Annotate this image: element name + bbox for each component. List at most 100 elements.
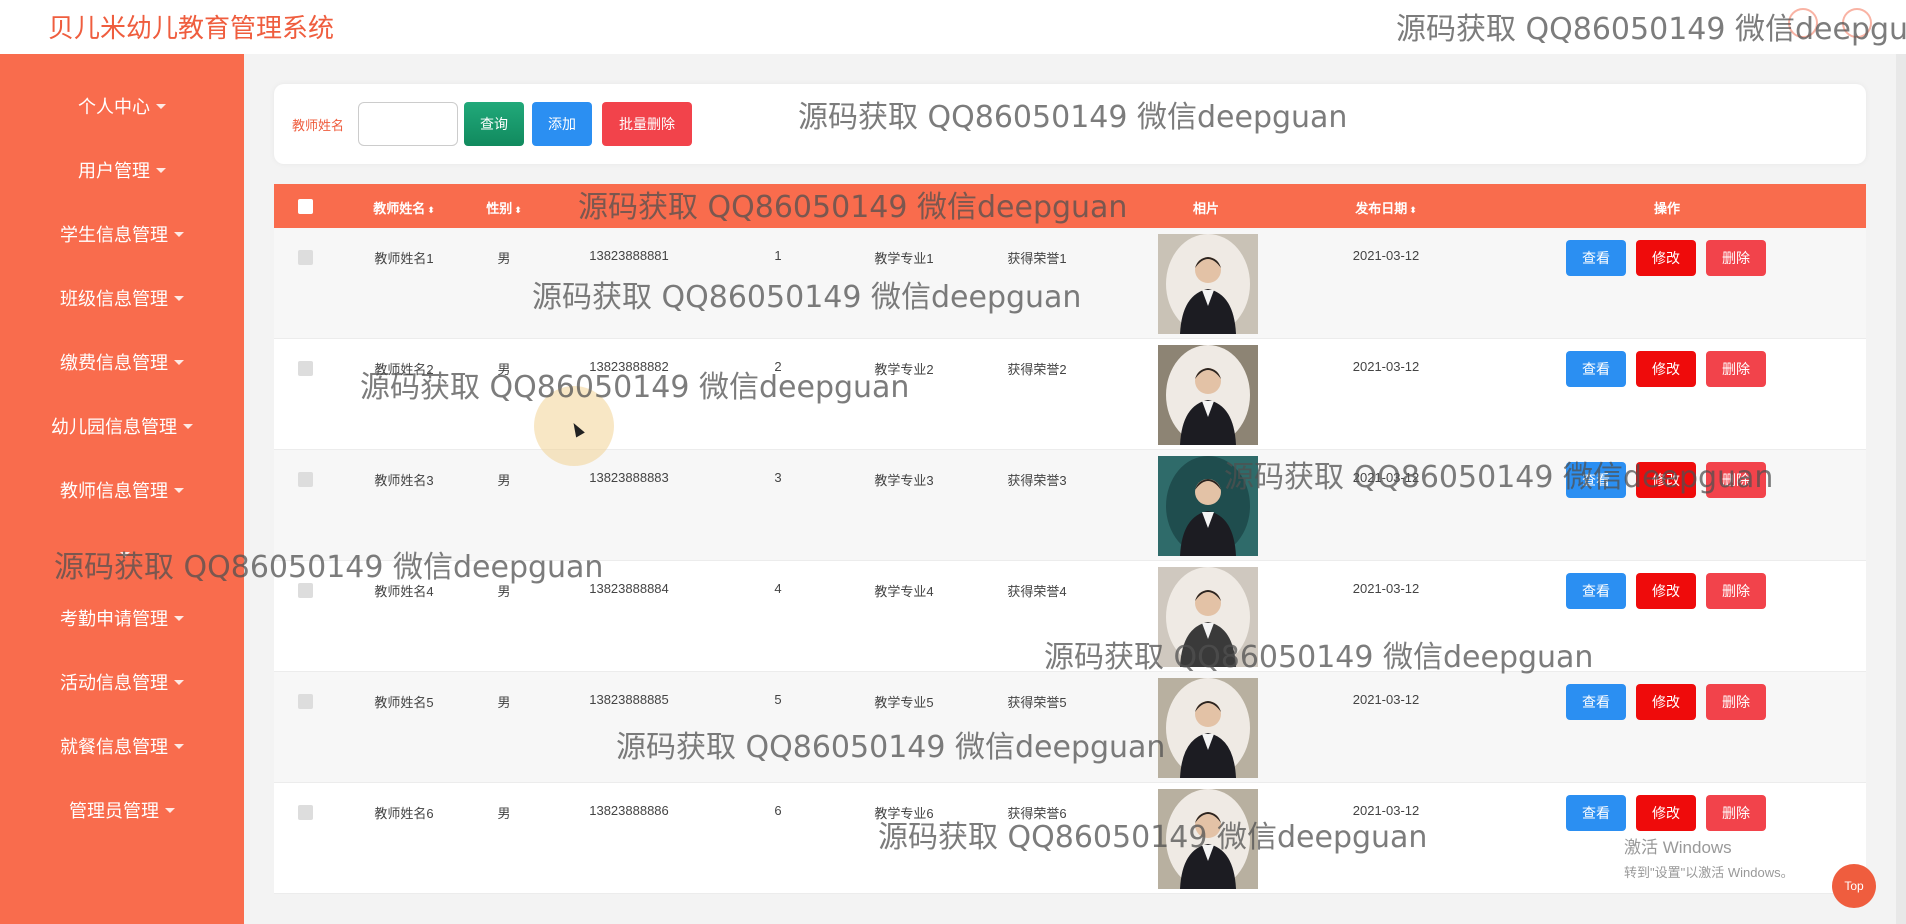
teacher-photo <box>1158 234 1258 334</box>
cell-major: 教学专业4 <box>874 584 934 599</box>
header-teacher-name[interactable]: 教师姓名 ⬍ <box>373 198 435 217</box>
cell-years: 5 <box>774 692 782 707</box>
cell-honor: 获得荣誉3 <box>1007 473 1067 488</box>
sidebar-item-attendance[interactable]: 考勤申请管理 <box>0 586 244 650</box>
sidebar-item-label: 活动信息管理 <box>60 673 168 693</box>
activate-hint: 转到"设置"以激活 Windows。 <box>1624 865 1794 880</box>
cell-teacher-name: 教师姓名5 <box>374 695 434 710</box>
watermark-text: 源码获取 QQ86050149 微信deepguan <box>1044 640 1594 675</box>
cell-honor: 获得荣誉2 <box>1007 362 1067 377</box>
sidebar-item-label: 用户管理 <box>78 161 150 181</box>
cell-years: 4 <box>774 581 782 596</box>
scroll-top-button[interactable]: Top <box>1832 864 1876 908</box>
add-button[interactable]: 添加 <box>532 102 592 146</box>
sidebar-item-activity-info[interactable]: 活动信息管理 <box>0 650 244 714</box>
watermark-text: 源码获取 QQ86050149 微信deepguan <box>1224 460 1774 495</box>
sidebar-item-personal-center[interactable]: 个人中心 <box>0 74 244 138</box>
sidebar-item-class-info[interactable]: 班级信息管理 <box>0 266 244 330</box>
caret-down-icon <box>174 487 184 493</box>
header-gender[interactable]: 性别 ⬍ <box>486 198 522 217</box>
select-all-checkbox[interactable] <box>298 199 313 214</box>
teacher-photo <box>1158 345 1258 445</box>
sidebar-item-label: 学生信息管理 <box>60 225 168 245</box>
delete-button[interactable]: 删除 <box>1706 684 1766 720</box>
batch-delete-button[interactable]: 批量删除 <box>602 102 692 146</box>
caret-down-icon <box>174 359 184 365</box>
watermark-text: 源码获取 QQ86050149 微信deepguan <box>878 820 1428 855</box>
view-button[interactable]: 查看 <box>1566 240 1626 276</box>
app-title: 贝儿米幼儿教育管理系统 <box>48 13 335 43</box>
row-checkbox[interactable] <box>298 694 313 709</box>
caret-down-icon <box>174 231 184 237</box>
sidebar-item-user-management[interactable]: 用户管理 <box>0 138 244 202</box>
cell-phone: 13823888881 <box>589 248 669 263</box>
row-checkbox[interactable] <box>298 472 313 487</box>
sidebar-item-payment-info[interactable]: 缴费信息管理 <box>0 330 244 394</box>
sidebar-item-dining-info[interactable]: 就餐信息管理 <box>0 714 244 778</box>
sidebar-item-label: 个人中心 <box>78 97 150 117</box>
delete-button[interactable]: 删除 <box>1706 240 1766 276</box>
view-button[interactable]: 查看 <box>1566 795 1626 831</box>
caret-down-icon <box>165 807 175 813</box>
caret-down-icon <box>174 679 184 685</box>
cell-teacher-name: 教师姓名1 <box>374 251 434 266</box>
cell-phone: 13823888885 <box>589 692 669 707</box>
cell-years: 3 <box>774 470 782 485</box>
sidebar-item-student-info[interactable]: 学生信息管理 <box>0 202 244 266</box>
sidebar-menu: 个人中心 用户管理 学生信息管理 班级信息管理 缴费信息管理 幼儿园信息管理 教… <box>0 54 244 842</box>
teacher-name-search-input[interactable] <box>358 102 458 146</box>
cell-date: 2021-03-12 <box>1352 581 1420 596</box>
caret-down-icon <box>174 615 184 621</box>
cell-date: 2021-03-12 <box>1352 359 1420 374</box>
caret-down-icon <box>156 167 166 173</box>
edit-button[interactable]: 修改 <box>1636 684 1696 720</box>
watermark-text: 源码获取 QQ86050149 微信deepguan <box>532 280 1082 315</box>
watermark-text: 源码获取 QQ86050149 微信deepguan <box>578 190 1128 225</box>
watermark-text: 源码获取 QQ86050149 微信deepguan <box>616 730 1166 765</box>
edit-button[interactable]: 修改 <box>1636 351 1696 387</box>
cell-phone: 13823888883 <box>589 470 669 485</box>
row-checkbox[interactable] <box>298 250 313 265</box>
windows-activation-notice: 激活 Windows 转到"设置"以激活 Windows。 <box>1624 833 1794 881</box>
cell-major: 教学专业5 <box>874 695 934 710</box>
cell-years: 6 <box>774 803 782 818</box>
sidebar-item-admin[interactable]: 管理员管理 <box>0 778 244 842</box>
activate-title: 激活 Windows <box>1624 838 1732 857</box>
row-checkbox[interactable] <box>298 805 313 820</box>
cell-gender: 男 <box>497 695 511 710</box>
edit-button[interactable]: 修改 <box>1636 573 1696 609</box>
sidebar-item-label: 就餐信息管理 <box>60 737 168 757</box>
watermark-text: 源码获取 QQ86050149 微信deepgua <box>1396 12 1906 47</box>
header-actions: 操作 <box>1653 201 1681 216</box>
sort-icon: ⬍ <box>514 205 522 215</box>
sidebar-item-teacher-info[interactable]: 教师信息管理 <box>0 458 244 522</box>
sidebar-item-kindergarten-info[interactable]: 幼儿园信息管理 <box>0 394 244 458</box>
cell-date: 2021-03-12 <box>1352 692 1420 707</box>
cell-gender: 男 <box>497 806 511 821</box>
view-button[interactable]: 查看 <box>1566 351 1626 387</box>
edit-button[interactable]: 修改 <box>1636 795 1696 831</box>
sort-icon: ⬍ <box>1409 205 1417 215</box>
sidebar: 个人中心 用户管理 学生信息管理 班级信息管理 缴费信息管理 幼儿园信息管理 教… <box>0 54 244 924</box>
cell-phone: 13823888886 <box>589 803 669 818</box>
watermark-text: 源码获取 QQ86050149 微信deepguan <box>54 550 604 585</box>
delete-button[interactable]: 删除 <box>1706 795 1766 831</box>
portrait-icon <box>1158 678 1258 778</box>
caret-down-icon <box>156 103 166 109</box>
cell-years: 1 <box>774 248 782 263</box>
cell-honor: 获得荣誉4 <box>1007 584 1067 599</box>
view-button[interactable]: 查看 <box>1566 684 1626 720</box>
delete-button[interactable]: 删除 <box>1706 351 1766 387</box>
edit-button[interactable]: 修改 <box>1636 240 1696 276</box>
row-checkbox[interactable] <box>298 361 313 376</box>
query-button[interactable]: 查询 <box>464 102 524 146</box>
delete-button[interactable]: 删除 <box>1706 573 1766 609</box>
view-button[interactable]: 查看 <box>1566 573 1626 609</box>
header-date[interactable]: 发布日期 ⬍ <box>1355 198 1417 217</box>
watermark-text: 源码获取 QQ86050149 微信deepguan <box>798 100 1348 135</box>
sidebar-item-label: 考勤申请管理 <box>60 609 168 629</box>
cell-honor: 获得荣誉5 <box>1007 695 1067 710</box>
page-scrollbar[interactable] <box>1896 54 1906 924</box>
sidebar-item-label: 教师信息管理 <box>60 481 168 501</box>
portrait-icon <box>1158 345 1258 445</box>
